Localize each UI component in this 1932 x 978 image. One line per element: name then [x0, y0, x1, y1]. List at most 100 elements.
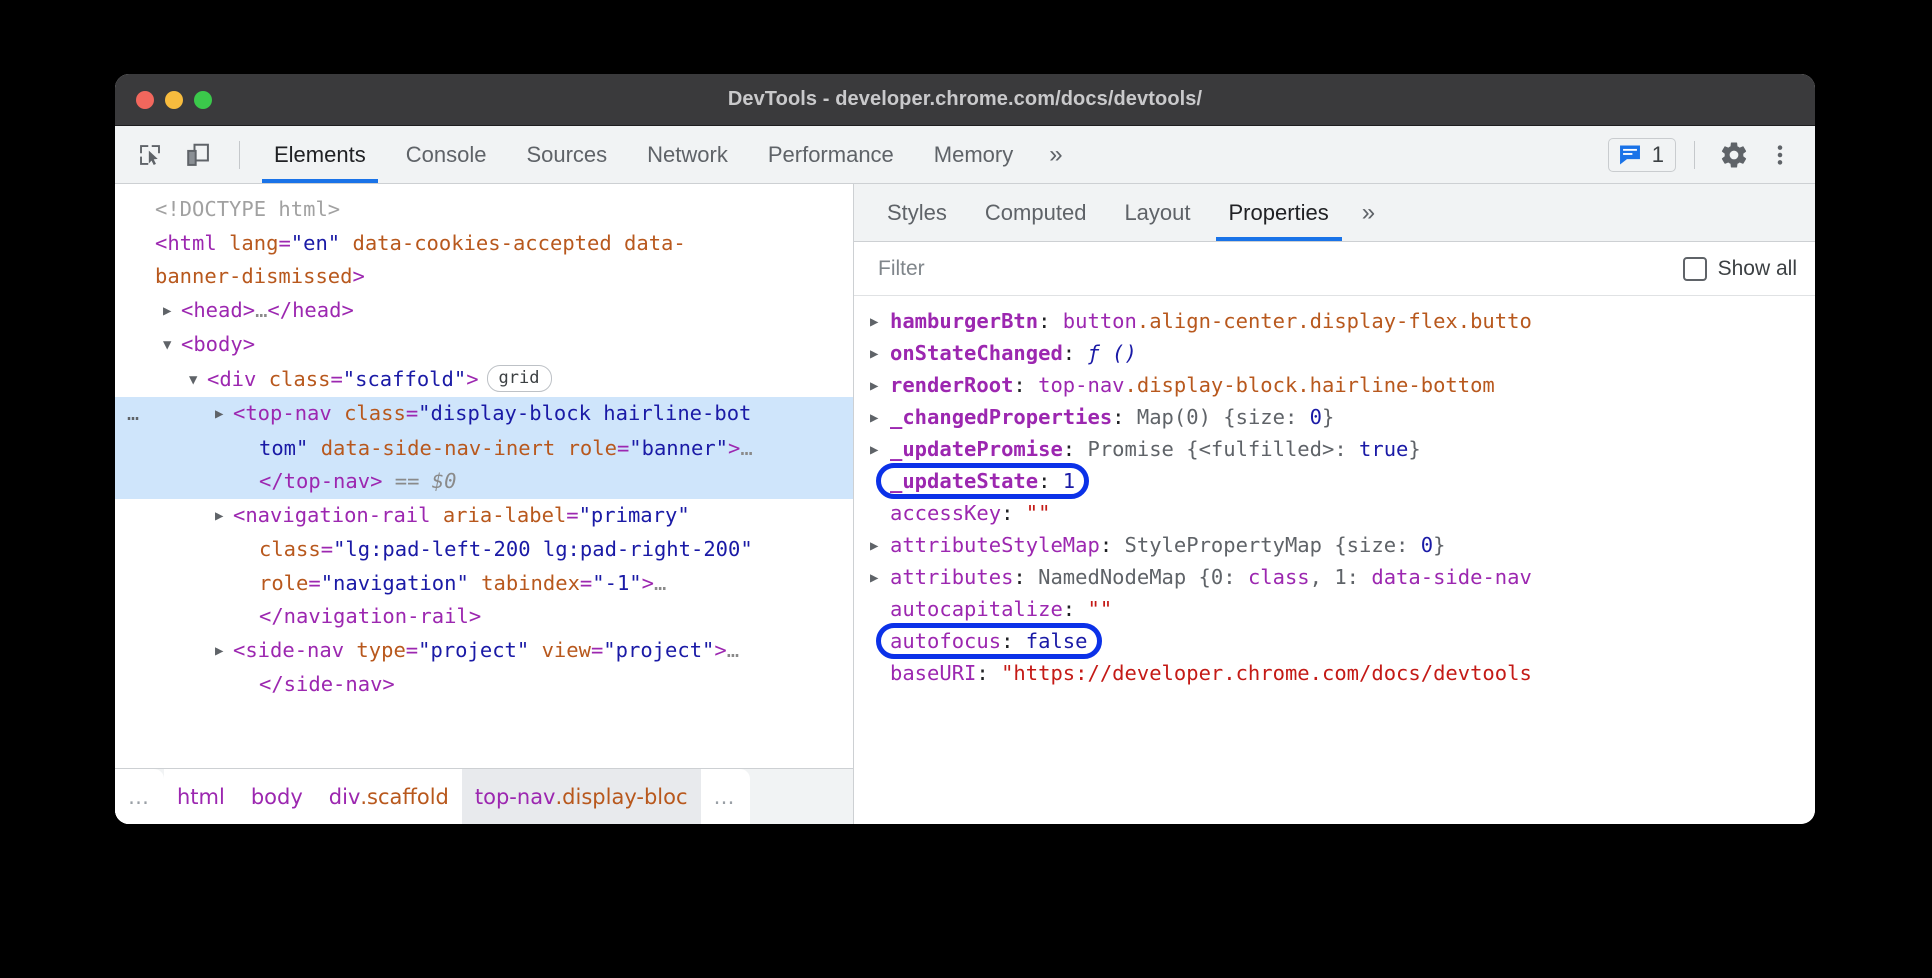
disclosure-triangle-icon[interactable] — [870, 370, 890, 402]
toolbar-right-group: 1 — [1608, 134, 1815, 176]
disclosure-triangle-icon[interactable] — [215, 635, 233, 669]
property-row[interactable]: attributeStyleMap: StylePropertyMap {siz… — [854, 529, 1815, 561]
property-row[interactable]: renderRoot: top-nav.display-block.hairli… — [854, 369, 1815, 401]
dom-token: = — [591, 638, 603, 662]
dom-token: "lg:pad-left-200 lg:pad-right-200" — [333, 537, 753, 561]
breadcrumb-item-top-nav[interactable]: top-nav.display-bloc — [462, 769, 701, 824]
breadcrumb-tag: html — [177, 785, 225, 809]
property-row[interactable]: onStateChanged: ƒ () — [854, 337, 1815, 369]
dom-token: <head> — [181, 298, 255, 322]
sidebar-tab-computed[interactable]: Computed — [966, 184, 1106, 241]
dom-tree[interactable]: <!DOCTYPE html> <html lang="en" data-cook… — [115, 184, 853, 768]
breadcrumb-item-overflow[interactable]: … — [115, 769, 164, 824]
console-message-badge[interactable]: 1 — [1608, 138, 1676, 172]
property-name: baseURI — [890, 661, 976, 685]
show-all-toggle[interactable]: Show all — [1683, 257, 1797, 281]
property-row[interactable]: hamburgerBtn: button.align-center.displa… — [854, 305, 1815, 337]
dom-token: <html — [155, 231, 229, 255]
dom-node-side-nav-close[interactable]: </side-nav> — [115, 668, 853, 702]
inspect-cursor-icon[interactable] — [129, 134, 171, 176]
property-row[interactable]: baseURI: "https://developer.chrome.com/d… — [854, 657, 1815, 689]
tab-console[interactable]: Console — [386, 126, 507, 183]
disclosure-triangle-icon[interactable] — [870, 562, 890, 594]
property-value: , 1: — [1310, 565, 1372, 589]
dom-node-nav-rail-3[interactable]: role="navigation" tabindex="-1">… — [115, 567, 853, 601]
sidebar-tab-layout[interactable]: Layout — [1105, 184, 1209, 241]
disclosure-triangle-icon[interactable] — [215, 500, 233, 534]
property-value: "" — [1087, 597, 1112, 621]
disclosure-triangle-icon[interactable] — [870, 306, 890, 338]
dom-node-head[interactable]: <head>…</head> — [115, 294, 853, 329]
property-row[interactable]: _changedProperties: Map(0) {size: 0} — [854, 401, 1815, 433]
dom-token: data-side-nav-inert — [308, 436, 567, 460]
sidebar-tab-properties[interactable]: Properties — [1210, 184, 1348, 241]
dom-token: "project" — [603, 638, 714, 662]
property-row[interactable]: attributes: NamedNodeMap {0: class, 1: d… — [854, 561, 1815, 593]
tab-memory[interactable]: Memory — [914, 126, 1033, 183]
dom-node-nav-rail-1[interactable]: <navigation-rail aria-label="primary" — [115, 499, 853, 534]
minimize-window-button[interactable] — [165, 91, 183, 109]
gear-icon[interactable] — [1713, 134, 1755, 176]
sidebar-pane: StylesComputedLayoutProperties» Show all… — [854, 184, 1815, 824]
sidebar-tab-styles[interactable]: Styles — [868, 184, 966, 241]
disclosure-triangle-icon[interactable] — [870, 530, 890, 562]
more-panels-chevron-icon[interactable]: » — [1033, 126, 1078, 183]
disclosure-triangle-icon[interactable] — [163, 295, 181, 329]
dom-token: class — [269, 367, 331, 391]
properties-list[interactable]: hamburgerBtn: button.align-center.displa… — [854, 297, 1815, 824]
dom-node-side-nav[interactable]: <side-nav type="project" view="project">… — [115, 634, 853, 669]
dom-token: </navigation-rail> — [259, 604, 481, 628]
dom-breadcrumb[interactable]: … html bodydiv.scaffoldtop-nav.display-blo… — [115, 768, 853, 824]
dom-node-div-scaffold[interactable]: <div class="scaffold">grid — [115, 363, 853, 398]
disclosure-triangle-icon[interactable] — [189, 364, 207, 398]
filter-input[interactable] — [876, 256, 1683, 282]
property-value: } — [1433, 533, 1445, 557]
property-row[interactable]: accessKey: "" — [854, 497, 1815, 529]
disclosure-triangle-icon[interactable] — [870, 434, 890, 466]
tab-elements[interactable]: Elements — [254, 126, 386, 183]
dom-token: lang — [229, 231, 278, 255]
dom-token: … — [727, 638, 739, 662]
property-row[interactable]: _updatePromise: Promise {<fulfilled>: tr… — [854, 433, 1815, 465]
dom-token: role — [568, 436, 617, 460]
kebab-menu-icon[interactable] — [1759, 134, 1801, 176]
property-value: Map(0) {size: — [1137, 405, 1310, 429]
disclosure-triangle-icon[interactable] — [215, 398, 233, 432]
dom-token: = — [406, 638, 418, 662]
dom-token: "display-block hairline-bot — [418, 401, 751, 425]
breadcrumb-item-html[interactable]: html — [164, 769, 238, 824]
property-value: .display-block.hairline-bottom — [1125, 373, 1495, 397]
dom-node-html-open-2[interactable]: banner-dismissed> — [115, 260, 853, 294]
dom-token: <!DOCTYPE html> — [155, 197, 340, 221]
disclosure-triangle-icon[interactable] — [163, 329, 181, 363]
property-name: attributes — [890, 565, 1013, 589]
close-window-button[interactable] — [136, 91, 154, 109]
dom-node-menu-icon[interactable]: … — [127, 397, 140, 431]
dom-node-top-nav-1[interactable]: …<top-nav class="display-block hairline-… — [115, 397, 853, 432]
dom-node-doctype[interactable]: <!DOCTYPE html> — [115, 193, 853, 227]
breadcrumb-item-overflow[interactable]: … — [701, 769, 750, 824]
more-sidebar-tabs-chevron-icon[interactable]: » — [1348, 184, 1389, 241]
dom-node-nav-rail-2[interactable]: class="lg:pad-left-200 lg:pad-right-200" — [115, 533, 853, 567]
dom-token: banner-dismissed — [155, 264, 352, 288]
dom-node-top-nav-2[interactable]: tom" data-side-nav-inert role="banner">… — [115, 432, 853, 466]
device-toolbar-icon[interactable] — [177, 134, 219, 176]
breadcrumb-item-body[interactable]: body — [238, 769, 316, 824]
dom-node-top-nav-3[interactable]: </top-nav> == $0 — [115, 465, 853, 499]
tab-performance[interactable]: Performance — [748, 126, 914, 183]
tab-network[interactable]: Network — [627, 126, 748, 183]
breadcrumb-item-div[interactable]: div.scaffold — [316, 769, 462, 824]
maximize-window-button[interactable] — [194, 91, 212, 109]
grid-badge[interactable]: grid — [487, 365, 552, 392]
property-separator: : — [1001, 629, 1026, 653]
disclosure-triangle-icon[interactable] — [870, 338, 890, 370]
dom-node-nav-rail-close[interactable]: </navigation-rail> — [115, 600, 853, 634]
disclosure-triangle-icon[interactable] — [870, 402, 890, 434]
tab-sources[interactable]: Sources — [506, 126, 627, 183]
dom-node-html-open[interactable]: <html lang="en" data-cookies-accepted da… — [115, 227, 853, 261]
property-row[interactable]: autocapitalize: "" — [854, 593, 1815, 625]
show-all-checkbox[interactable] — [1683, 257, 1707, 281]
property-row[interactable]: autofocus: false — [854, 625, 1815, 657]
property-row[interactable]: _updateState: 1 — [854, 465, 1815, 497]
dom-node-body[interactable]: <body> — [115, 328, 853, 363]
